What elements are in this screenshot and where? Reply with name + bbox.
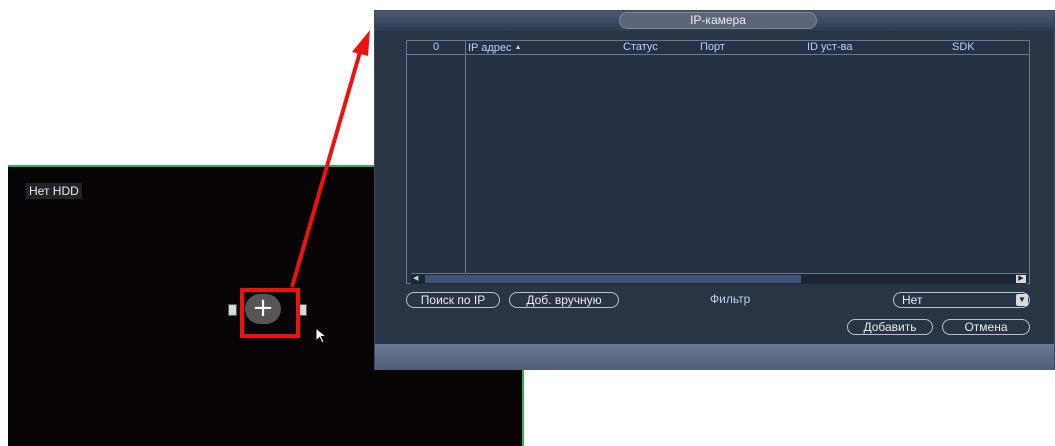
- dialog-footer: [375, 344, 1054, 370]
- highlight-frame: [240, 288, 300, 338]
- no-hdd-label: Нет HDD: [26, 183, 82, 199]
- add-manually-button[interactable]: Доб. вручную: [509, 292, 619, 308]
- channel-left-marker: [228, 304, 237, 316]
- sort-ascending-icon: ▲: [514, 44, 522, 51]
- arrow-right-icon[interactable]: ▶: [1016, 275, 1026, 283]
- col-ip-address[interactable]: IP адрес ▲: [468, 41, 522, 55]
- chevron-down-icon[interactable]: ▼: [1016, 294, 1028, 306]
- add-button[interactable]: Добавить: [847, 319, 933, 335]
- col-ip-label: IP адрес: [468, 42, 512, 54]
- filter-value: Нет: [902, 293, 923, 307]
- filter-select[interactable]: Нет ▼: [893, 292, 1030, 308]
- column-divider: [465, 41, 466, 273]
- col-sdk[interactable]: SDK: [952, 41, 975, 54]
- col-status[interactable]: Статус: [623, 41, 658, 54]
- mouse-pointer-icon: [315, 327, 328, 344]
- col-port[interactable]: Порт: [700, 41, 725, 54]
- ip-camera-dialog: IP-камера 0 IP адрес ▲ Статус Порт ID ус…: [374, 10, 1055, 370]
- dialog-titlebar: IP-камера: [375, 11, 1054, 31]
- horizontal-scrollbar[interactable]: ◀ ▶: [411, 273, 1027, 284]
- filter-label: Фильтр: [710, 292, 751, 306]
- col-device-id[interactable]: ID уст-ва: [807, 41, 852, 54]
- search-ip-button[interactable]: Поиск по IP: [406, 292, 500, 308]
- device-table: 0 IP адрес ▲ Статус Порт ID уст-ва SDK ◀…: [406, 40, 1030, 284]
- scrollbar-thumb[interactable]: [425, 275, 801, 283]
- col-index: 0: [433, 41, 440, 53]
- cancel-button[interactable]: Отмена: [942, 319, 1030, 335]
- table-header: 0 IP адрес ▲ Статус Порт ID уст-ва SDK: [407, 41, 1029, 55]
- arrow-left-icon[interactable]: ◀: [413, 275, 423, 283]
- dialog-title: IP-камера: [619, 12, 817, 29]
